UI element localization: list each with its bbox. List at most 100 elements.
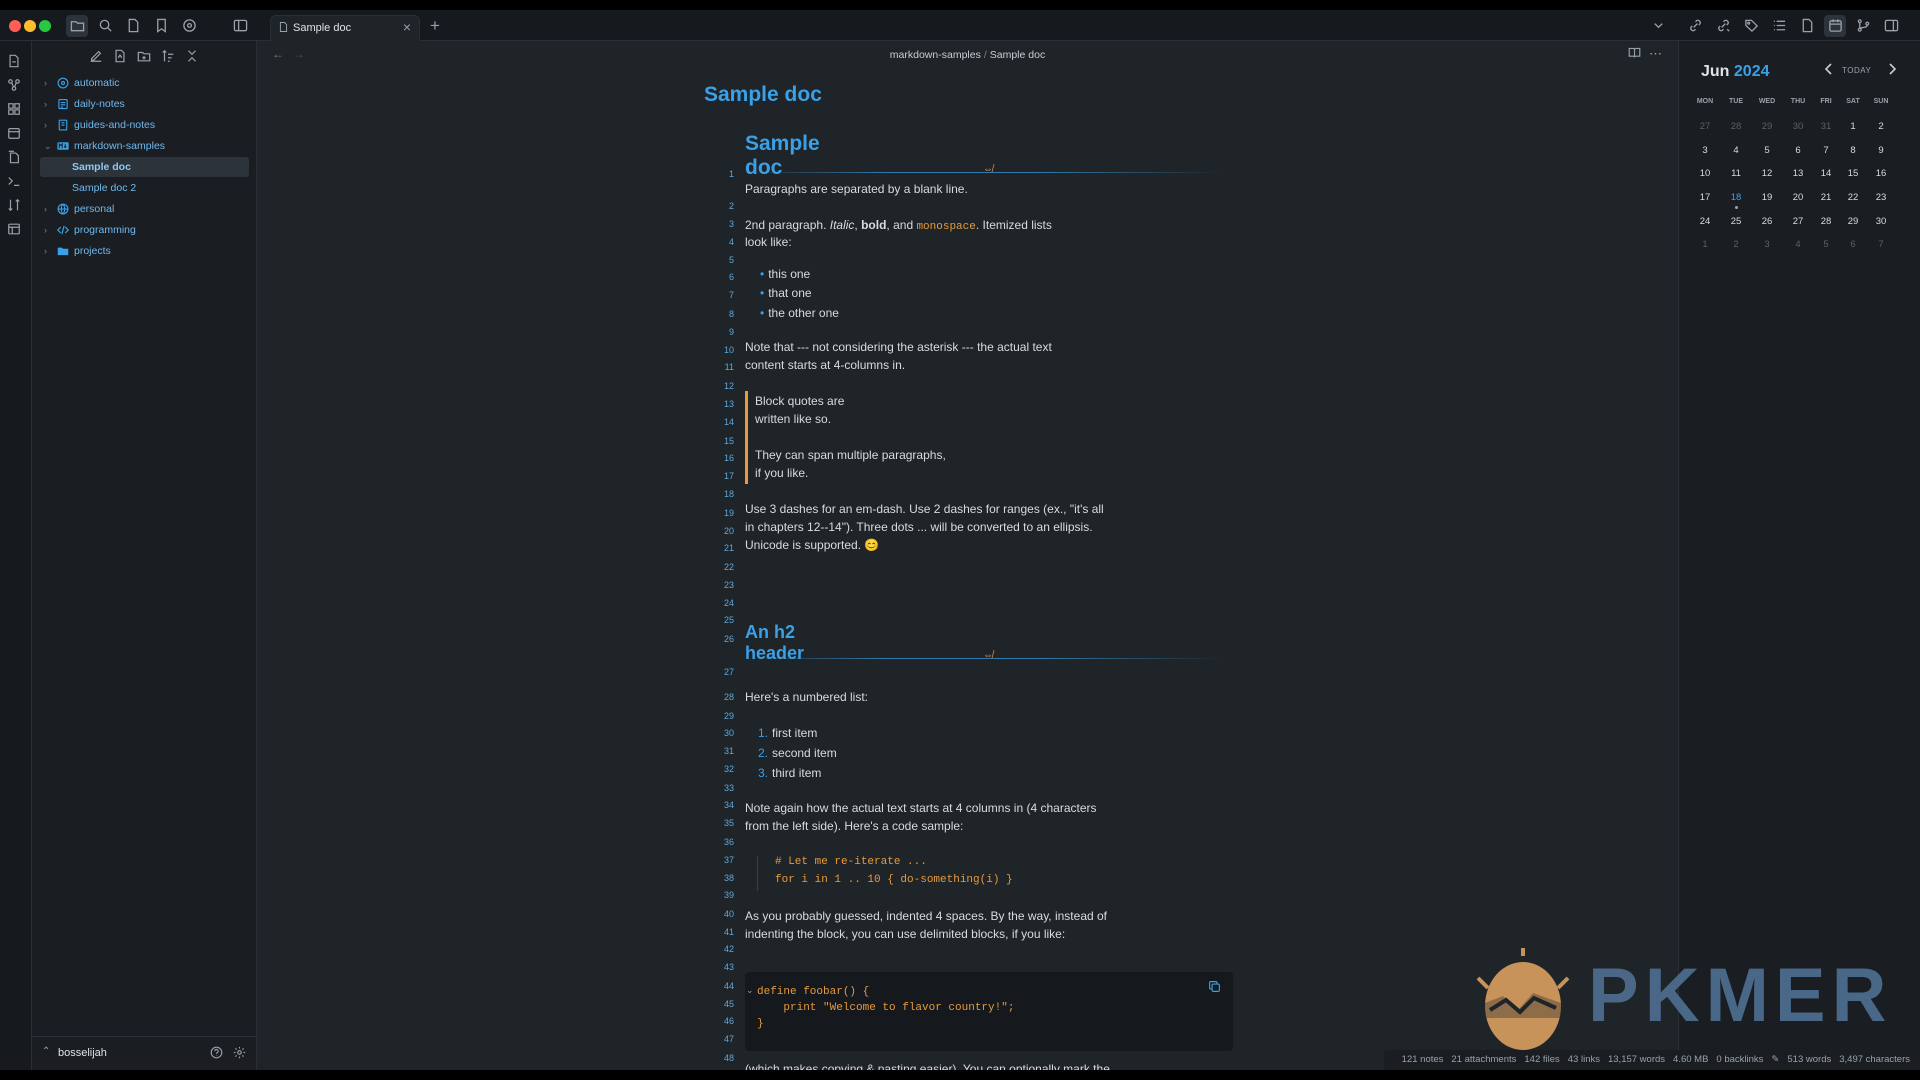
- fold-chevron-icon[interactable]: ⌄: [746, 985, 754, 996]
- folder-guides-and-notes[interactable]: › guides-and-notes: [40, 115, 249, 135]
- breadcrumb-file[interactable]: Sample doc: [990, 49, 1045, 61]
- calendar-day[interactable]: 6: [1785, 145, 1811, 156]
- calendar-day[interactable]: 24: [1692, 216, 1718, 227]
- close-window-button[interactable]: [9, 20, 21, 32]
- calendar-day[interactable]: 31: [1813, 121, 1839, 132]
- calendar-day[interactable]: 8: [1840, 145, 1866, 156]
- folder-projects[interactable]: › projects: [40, 241, 249, 261]
- calendar-day[interactable]: 9: [1868, 145, 1894, 156]
- daily-note-icon[interactable]: [7, 126, 25, 144]
- settings-gear-icon[interactable]: [233, 1046, 246, 1062]
- more-options-icon[interactable]: ⋯: [1649, 46, 1662, 62]
- minimize-window-button[interactable]: [24, 20, 36, 32]
- calendar-day[interactable]: 29: [1840, 216, 1866, 227]
- calendar-day[interactable]: 3: [1754, 239, 1780, 250]
- calendar-day[interactable]: 1: [1692, 239, 1718, 250]
- layout-icon[interactable]: [1880, 15, 1902, 37]
- calendar-day[interactable]: 27: [1785, 216, 1811, 227]
- tags-icon[interactable]: [1740, 15, 1762, 37]
- calendar-day[interactable]: 18: [1723, 192, 1749, 203]
- calendar-day[interactable]: 5: [1754, 145, 1780, 156]
- bookmark-icon[interactable]: [150, 15, 172, 37]
- folder-daily-notes[interactable]: › daily-notes: [40, 94, 249, 114]
- file-properties-icon[interactable]: [1796, 15, 1818, 37]
- calendar-day[interactable]: 20: [1785, 192, 1811, 203]
- canvas-icon[interactable]: [7, 102, 25, 120]
- copy-icon[interactable]: [1208, 980, 1221, 996]
- calendar-day[interactable]: 2: [1868, 121, 1894, 132]
- calendar-day[interactable]: 17: [1692, 192, 1718, 203]
- calendar-day[interactable]: 11: [1723, 168, 1749, 179]
- new-tab-icon[interactable]: +: [424, 15, 446, 37]
- file-explorer-icon[interactable]: [66, 15, 88, 37]
- calendar-day[interactable]: 27: [1692, 121, 1718, 132]
- fold-marker-icon[interactable]: ⇎: [983, 650, 993, 661]
- file-sample-doc-2[interactable]: Sample doc 2: [40, 178, 249, 198]
- calendar-day[interactable]: 22: [1840, 192, 1866, 203]
- templates-icon[interactable]: [7, 150, 25, 168]
- outline-icon[interactable]: [1768, 15, 1790, 37]
- calendar-day[interactable]: 7: [1868, 239, 1894, 250]
- calendar-day[interactable]: 13: [1785, 168, 1811, 179]
- calendar-day[interactable]: 16: [1868, 168, 1894, 179]
- new-note-from-template-icon[interactable]: [113, 49, 133, 69]
- outgoing-links-icon[interactable]: [1712, 15, 1734, 37]
- calendar-day[interactable]: 30: [1868, 216, 1894, 227]
- search-icon[interactable]: [94, 15, 116, 37]
- sort-icon[interactable]: [7, 198, 25, 216]
- new-folder-icon[interactable]: [137, 49, 157, 69]
- calendar-day[interactable]: 28: [1813, 216, 1839, 227]
- calendar-day[interactable]: 23: [1868, 192, 1894, 203]
- git-icon[interactable]: [1852, 15, 1874, 37]
- zoom-window-button[interactable]: [39, 20, 51, 32]
- calendar-day[interactable]: 21: [1813, 192, 1839, 203]
- help-icon[interactable]: [210, 1046, 223, 1062]
- tab-sample-doc[interactable]: Sample doc ×: [270, 15, 420, 41]
- sort-order-icon[interactable]: [161, 49, 181, 69]
- breadcrumb-folder[interactable]: markdown-samples: [890, 49, 981, 61]
- file-icon[interactable]: [122, 15, 144, 37]
- calendar-icon[interactable]: [1824, 15, 1846, 37]
- calendar-day[interactable]: 12: [1754, 168, 1780, 179]
- today-button[interactable]: TODAY: [1842, 66, 1871, 75]
- next-month-icon[interactable]: [1887, 63, 1897, 78]
- calendar-day[interactable]: 3: [1692, 145, 1718, 156]
- calendar-day[interactable]: 5: [1813, 239, 1839, 250]
- inline-title[interactable]: Sample doc: [704, 83, 822, 107]
- calendar-day[interactable]: 4: [1785, 239, 1811, 250]
- calendar-day[interactable]: 15: [1840, 168, 1866, 179]
- calendar-day[interactable]: 28: [1723, 121, 1749, 132]
- graph-view-icon[interactable]: [7, 78, 25, 96]
- calendar-day[interactable]: 1: [1840, 121, 1866, 132]
- new-note-icon[interactable]: [89, 49, 109, 69]
- table-icon[interactable]: [7, 222, 25, 240]
- close-tab-icon[interactable]: ×: [403, 19, 411, 35]
- link-icon[interactable]: [1684, 15, 1706, 37]
- vault-switcher[interactable]: ⌃ bosselijah: [32, 1036, 257, 1070]
- folder-markdown-samples[interactable]: ⌄ markdown-samples: [40, 136, 249, 156]
- open-quick-switcher-icon[interactable]: [7, 54, 25, 72]
- graph-icon[interactable]: [178, 15, 200, 37]
- chevron-down-icon[interactable]: [1647, 15, 1669, 37]
- collapse-all-icon[interactable]: [185, 49, 205, 69]
- folder-personal[interactable]: › personal: [40, 199, 249, 219]
- fold-marker-icon[interactable]: ⇎: [983, 164, 993, 175]
- folder-automatic[interactable]: › automatic: [40, 73, 249, 93]
- calendar-day[interactable]: 19: [1754, 192, 1780, 203]
- command-palette-icon[interactable]: [7, 174, 25, 192]
- calendar-day[interactable]: 10: [1692, 168, 1718, 179]
- calendar-day[interactable]: 26: [1754, 216, 1780, 227]
- folder-programming[interactable]: › programming: [40, 220, 249, 240]
- reading-view-icon[interactable]: [1628, 46, 1641, 62]
- calendar-day[interactable]: 14: [1813, 168, 1839, 179]
- calendar-day[interactable]: 25: [1723, 216, 1749, 227]
- sidebar-toggle-icon[interactable]: [229, 15, 251, 37]
- calendar-day[interactable]: 7: [1813, 145, 1839, 156]
- calendar-day[interactable]: 29: [1754, 121, 1780, 132]
- calendar-day[interactable]: 4: [1723, 145, 1749, 156]
- calendar-day[interactable]: 30: [1785, 121, 1811, 132]
- previous-month-icon[interactable]: [1824, 63, 1834, 78]
- file-sample-doc[interactable]: Sample doc: [40, 157, 249, 177]
- calendar-day[interactable]: 2: [1723, 239, 1749, 250]
- calendar-day[interactable]: 6: [1840, 239, 1866, 250]
